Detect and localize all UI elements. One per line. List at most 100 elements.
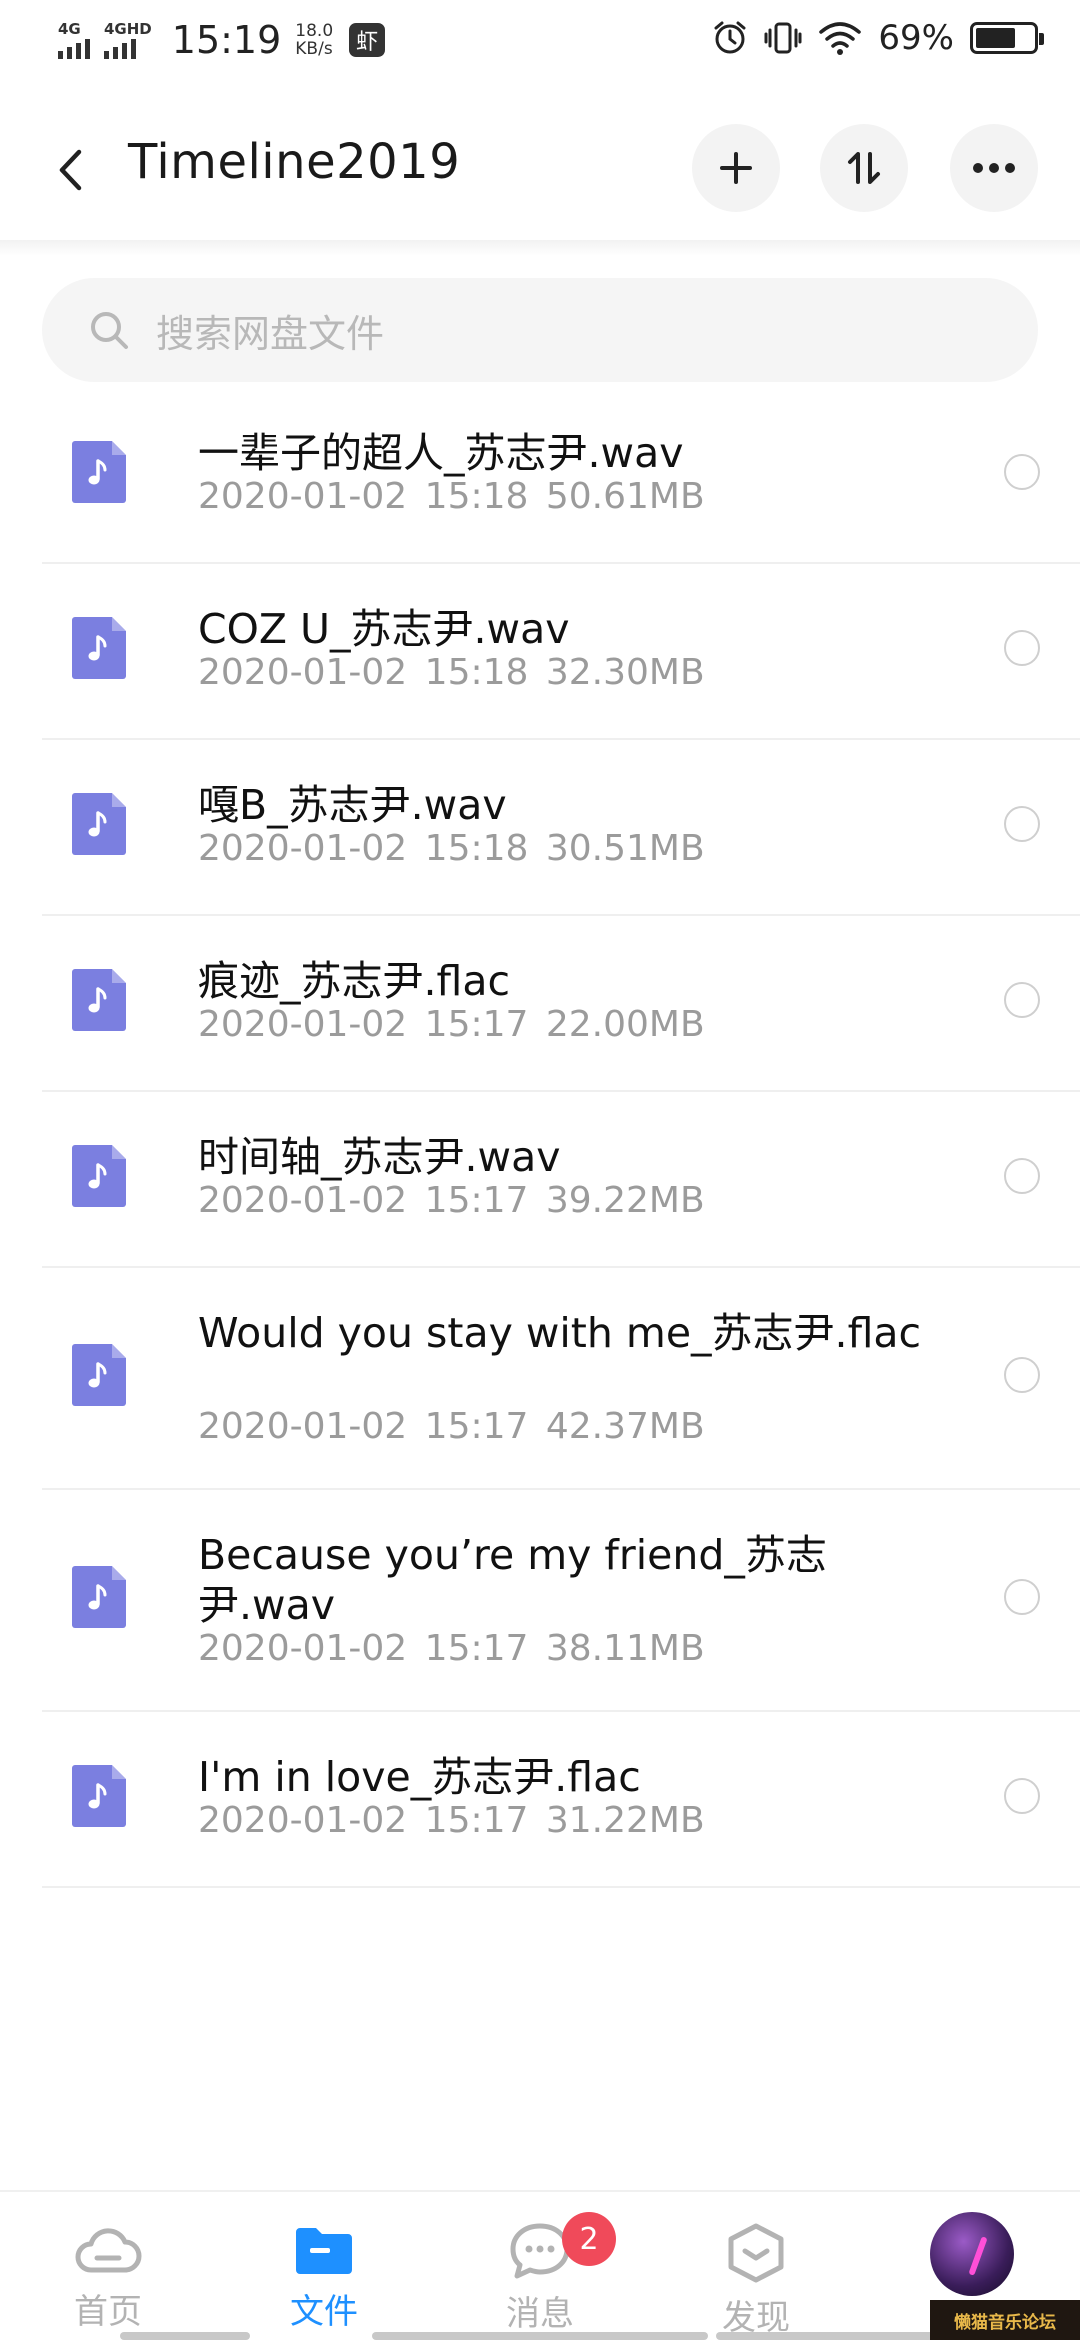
- nav-home-label: 首页: [74, 2292, 142, 2332]
- file-name: 一辈子的超人_苏志尹.wav: [198, 429, 684, 477]
- search-input[interactable]: 搜索网盘文件: [42, 278, 1038, 382]
- file-list: 一辈子的超人_苏志尹.wav 2020-01-02 15:18 50.61MB CO…: [0, 386, 1080, 1888]
- clock: 15:19: [171, 18, 282, 62]
- file-size: 30.51MB: [545, 828, 705, 869]
- file-date: 2020-01-02: [198, 1800, 408, 1841]
- nav-messages[interactable]: 消息 2: [480, 2212, 616, 2335]
- file-row[interactable]: 痕迹_苏志尹.flac 2020-01-02 15:17 22.00MB: [0, 914, 1080, 1092]
- status-bar: 4G 4GHD 15:19 18.0 KB/s 虾 69%: [0, 0, 1080, 86]
- file-size: 50.61MB: [545, 476, 705, 517]
- row-divider: [42, 1886, 1080, 1888]
- file-time: 15:17: [424, 1004, 529, 1045]
- music-file-icon: [72, 441, 126, 503]
- file-meta: 2020-01-02 15:17 42.37MB: [198, 1406, 705, 1447]
- bottom-nav: 首页 文件 消息 2 发现: [0, 2190, 1080, 2340]
- file-date: 2020-01-02: [198, 1004, 408, 1045]
- add-button[interactable]: [692, 124, 780, 212]
- file-row[interactable]: COZ U_苏志尹.wav 2020-01-02 15:18 32.30MB: [0, 562, 1080, 740]
- file-row[interactable]: Would you stay with me_苏志尹.flac 2020-01-0…: [0, 1266, 1080, 1490]
- file-name: 嘎B_苏志尹.wav: [198, 781, 507, 829]
- signal-2-label: 4GHD: [104, 19, 152, 38]
- select-checkbox[interactable]: [1004, 1778, 1040, 1814]
- music-file-icon: [72, 1344, 126, 1406]
- chat-bubble-icon: [510, 2223, 570, 2279]
- file-meta: 2020-01-02 15:17 38.11MB: [198, 1628, 705, 1669]
- battery-icon: [970, 22, 1044, 54]
- select-checkbox[interactable]: [1004, 1158, 1040, 1194]
- file-row[interactable]: 嘎B_苏志尹.wav 2020-01-02 15:18 30.51MB: [0, 738, 1080, 916]
- plus-icon: [720, 152, 752, 184]
- music-file-icon: [72, 1765, 126, 1827]
- wifi-icon: [819, 22, 862, 55]
- nav-discover[interactable]: 发现: [696, 2222, 816, 2339]
- file-date: 2020-01-02: [198, 476, 408, 517]
- file-size: 32.30MB: [545, 652, 705, 693]
- select-checkbox[interactable]: [1004, 982, 1040, 1018]
- file-name: 痕迹_苏志尹.flac: [198, 957, 511, 1005]
- file-meta: 2020-01-02 15:18 30.51MB: [198, 828, 705, 869]
- file-size: 42.37MB: [545, 1406, 705, 1447]
- page-title: Timeline2019: [128, 134, 461, 190]
- nav-messages-label: 消息: [506, 2294, 574, 2334]
- file-time: 15:18: [424, 828, 529, 869]
- select-checkbox[interactable]: [1004, 1357, 1040, 1393]
- back-button[interactable]: [50, 140, 90, 200]
- header-divider: [0, 240, 1080, 256]
- gesture-bar: [372, 2332, 708, 2340]
- gesture-bar: [716, 2332, 936, 2340]
- search-placeholder: 搜索网盘文件: [156, 311, 385, 356]
- select-checkbox[interactable]: [1004, 806, 1040, 842]
- speed-value: 18.0: [295, 21, 334, 41]
- file-date: 2020-01-02: [198, 1628, 408, 1669]
- select-checkbox[interactable]: [1004, 630, 1040, 666]
- discover-icon: [728, 2223, 784, 2283]
- sort-icon: [848, 152, 880, 184]
- select-checkbox[interactable]: [1004, 454, 1040, 490]
- file-time: 15:17: [424, 1628, 529, 1669]
- cellular-signal-1: 4G: [58, 19, 90, 59]
- file-date: 2020-01-02: [198, 1406, 408, 1447]
- more-button[interactable]: [950, 124, 1038, 212]
- file-name: Would you stay with me_苏志尹.flac: [198, 1309, 922, 1357]
- file-time: 15:18: [424, 652, 529, 693]
- file-date: 2020-01-02: [198, 652, 408, 693]
- forum-watermark: 懒猫音乐论坛: [930, 2300, 1080, 2340]
- file-row[interactable]: Because you’re my friend_苏志尹.wav 2020-01-…: [0, 1488, 1080, 1712]
- file-row[interactable]: 时间轴_苏志尹.wav 2020-01-02 15:17 39.22MB: [0, 1090, 1080, 1268]
- more-icon: [973, 163, 1015, 173]
- alarm-icon: [714, 21, 746, 54]
- unread-badge: 2: [562, 2212, 616, 2266]
- file-row[interactable]: 一辈子的超人_苏志尹.wav 2020-01-02 15:18 50.61MB: [0, 386, 1080, 564]
- music-file-icon: [72, 617, 126, 679]
- nav-files[interactable]: 文件: [264, 2222, 384, 2333]
- file-size: 38.11MB: [545, 1628, 705, 1669]
- file-row[interactable]: I'm in love_苏志尹.flac 2020-01-02 15:17 31.…: [0, 1710, 1080, 1888]
- file-name: Because you’re my friend_苏志尹.wav: [198, 1531, 827, 1629]
- cellular-signal-2: 4GHD: [104, 19, 152, 59]
- back-chevron-icon: [59, 149, 82, 191]
- gesture-bar: [120, 2332, 250, 2340]
- nav-home[interactable]: 首页: [48, 2222, 168, 2333]
- notification-app-icon: 虾: [349, 23, 386, 57]
- file-size: 31.22MB: [545, 1800, 705, 1841]
- speed-unit: KB/s: [295, 39, 333, 59]
- sort-button[interactable]: [820, 124, 908, 212]
- signal-1-label: 4G: [58, 19, 81, 38]
- vibrate-icon: [764, 22, 802, 54]
- file-size: 22.00MB: [545, 1004, 705, 1045]
- file-meta: 2020-01-02 15:18 50.61MB: [198, 476, 705, 517]
- avatar[interactable]: [930, 2212, 1014, 2296]
- file-date: 2020-01-02: [198, 828, 408, 869]
- file-name: I'm in love_苏志尹.flac: [198, 1753, 641, 1801]
- file-time: 15:17: [424, 1180, 529, 1221]
- music-file-icon: [72, 1145, 126, 1207]
- search-icon: [91, 312, 128, 349]
- file-meta: 2020-01-02 15:17 31.22MB: [198, 1800, 705, 1841]
- signal-bars-icon: [104, 38, 136, 59]
- file-meta: 2020-01-02 15:17 22.00MB: [198, 1004, 705, 1045]
- file-time: 15:17: [424, 1800, 529, 1841]
- select-checkbox[interactable]: [1004, 1579, 1040, 1615]
- file-time: 15:18: [424, 476, 529, 517]
- music-file-icon: [72, 793, 126, 855]
- folder-icon: [296, 2228, 352, 2274]
